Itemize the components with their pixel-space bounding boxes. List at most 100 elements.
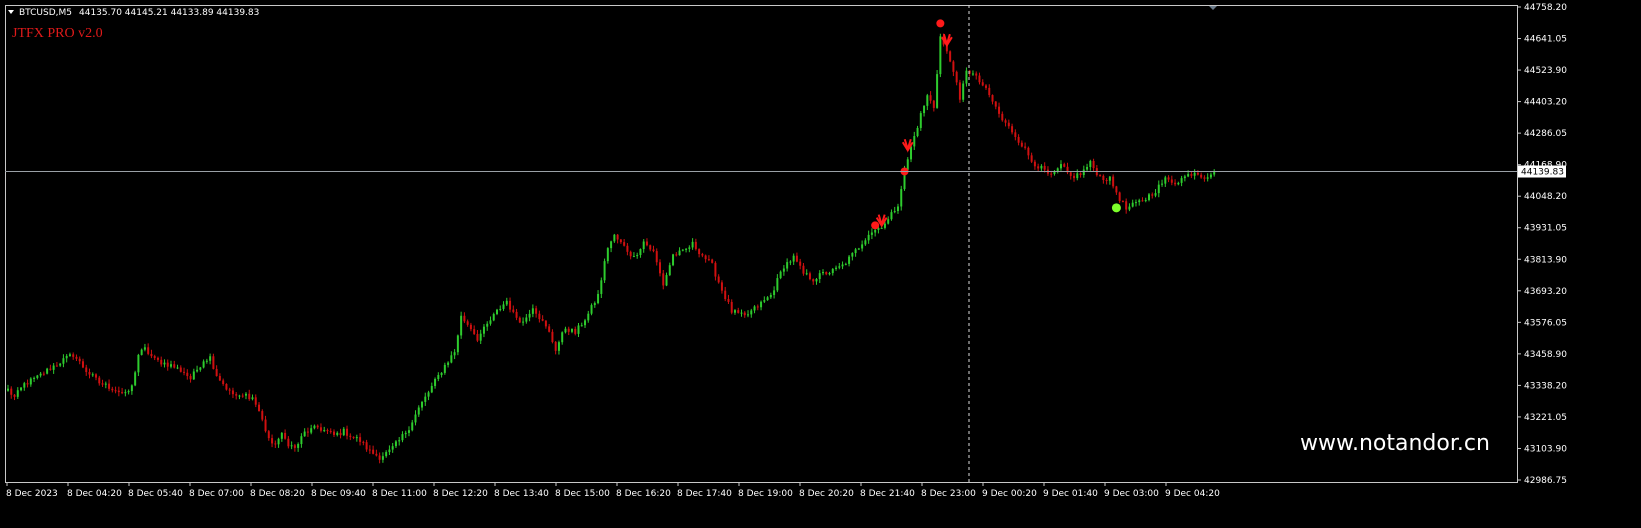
candle-body	[854, 249, 857, 254]
candle-body	[476, 334, 479, 341]
candle-body	[939, 36, 942, 75]
price-chart[interactable]: 44758.20 44641.05 44523.90 44403.20 44286.05…	[0, 0, 1641, 528]
candle-body	[26, 383, 29, 385]
candle-body	[68, 354, 71, 356]
symbol-dropdown-icon[interactable]	[8, 10, 14, 14]
candle-body	[1138, 200, 1141, 203]
candle-body	[95, 374, 98, 378]
candle-body	[394, 441, 397, 447]
candle-body	[231, 390, 234, 395]
candle-body	[773, 290, 776, 295]
y-tick-label: 44403.20	[1524, 98, 1567, 108]
candle-body	[652, 249, 655, 252]
candle-body	[85, 367, 88, 373]
candle-body	[701, 254, 704, 256]
candle-body	[698, 249, 701, 255]
candle-body	[453, 352, 456, 356]
candle-body	[1118, 192, 1121, 202]
candle-body	[1190, 174, 1193, 176]
candle-body	[913, 136, 916, 147]
candle-body	[427, 392, 430, 397]
candle-body	[1183, 176, 1186, 179]
candle-body	[1092, 160, 1095, 169]
candle-body	[49, 368, 52, 370]
candle-body	[1112, 176, 1115, 187]
y-tick-label: 42986.75	[1524, 476, 1567, 486]
candle-body	[300, 436, 303, 445]
candle-body	[711, 259, 714, 263]
candle-body	[205, 360, 208, 362]
ohlc-readout: 44135.70 44145.21 44133.89 44139.83	[79, 8, 259, 18]
candle-body	[740, 312, 743, 314]
candle-body	[792, 255, 795, 262]
candle-body	[385, 452, 388, 457]
candle-body	[1177, 182, 1180, 185]
candle-body	[844, 263, 847, 265]
candle-body	[795, 255, 798, 262]
candle-body	[1144, 200, 1147, 202]
candle-body	[241, 395, 244, 397]
candle-body	[896, 206, 899, 212]
candle-body	[1037, 166, 1040, 169]
candle-body	[727, 299, 730, 302]
x-tick-label: 8 Dec 15:00	[555, 489, 610, 499]
candle-body	[988, 87, 991, 96]
candle-body	[952, 61, 955, 72]
candle-body	[929, 95, 932, 101]
candle-body	[254, 397, 257, 405]
candle-body	[104, 383, 107, 385]
candle-body	[509, 300, 512, 310]
candle-body	[649, 245, 652, 250]
candle-body	[81, 361, 84, 368]
candle-body	[1161, 183, 1164, 185]
candle-body	[616, 234, 619, 240]
x-tick-label: 8 Dec 19:00	[738, 489, 793, 499]
candle-body	[574, 328, 577, 334]
y-tick-label: 43813.90	[1524, 255, 1567, 265]
candle-body	[769, 294, 772, 298]
candle-body	[469, 324, 472, 330]
candle-body	[619, 239, 622, 243]
candle-body	[861, 244, 864, 249]
candle-body	[760, 301, 763, 308]
candle-body	[261, 411, 264, 420]
candle-body	[20, 387, 23, 391]
candle-body	[189, 376, 192, 380]
x-tick-label: 8 Dec 11:00	[372, 489, 427, 499]
candle-body	[714, 262, 717, 277]
candle-body	[450, 355, 453, 363]
candle-body	[551, 331, 554, 342]
candle-body	[173, 364, 176, 368]
candle-body	[1014, 132, 1017, 137]
candle-body	[1154, 193, 1157, 196]
candle-body	[303, 431, 306, 437]
candle-body	[1203, 177, 1206, 179]
candle-body	[587, 313, 590, 321]
candle-body	[531, 308, 534, 314]
candle-body	[864, 240, 867, 245]
candle-body	[101, 383, 104, 385]
candle-body	[140, 349, 143, 355]
candle-body	[923, 105, 926, 114]
y-tick-label: 43576.05	[1524, 318, 1567, 328]
candle-body	[440, 372, 443, 376]
chart-window[interactable]: 44758.20 44641.05 44523.90 44403.20 44286.05…	[0, 0, 1641, 528]
current-price-label: 44139.83	[1521, 168, 1564, 178]
candle-body	[313, 425, 316, 429]
candle-body	[893, 211, 896, 213]
candle-body	[1073, 175, 1076, 179]
candle-body	[368, 449, 371, 451]
candle-body	[1180, 178, 1183, 183]
chart-shift-marker-icon[interactable]	[1209, 6, 1217, 10]
candle-body	[7, 388, 9, 391]
candle-body	[293, 445, 296, 448]
candle-body	[1196, 172, 1199, 175]
candle-body	[919, 113, 922, 128]
candle-body	[623, 242, 626, 246]
candle-body	[463, 315, 466, 322]
candle-body	[127, 391, 130, 393]
candle-body	[828, 273, 831, 275]
candle-body	[1050, 173, 1053, 175]
candle-body	[430, 385, 433, 393]
candle-body	[91, 374, 94, 376]
